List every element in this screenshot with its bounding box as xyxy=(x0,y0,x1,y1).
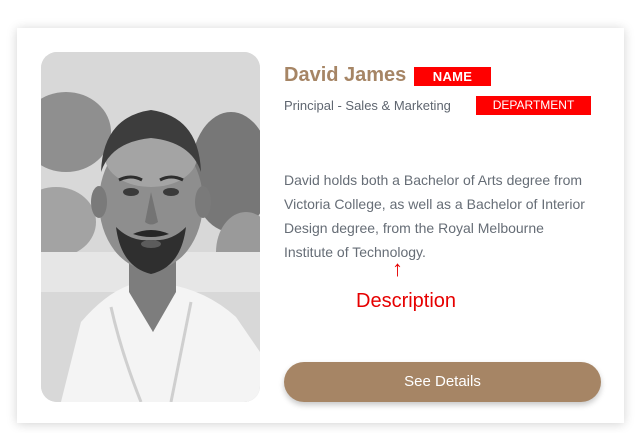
department-annotation-tag: DEPARTMENT xyxy=(476,96,591,115)
person-role: Principal - Sales & Marketing xyxy=(284,98,451,113)
see-details-button[interactable]: See Details xyxy=(284,362,601,402)
name-row: David James NAME xyxy=(284,64,604,90)
person-description: David holds both a Bachelor of Arts degr… xyxy=(284,172,585,260)
profile-photo xyxy=(41,52,260,402)
arrow-up-icon: ↑ xyxy=(392,256,403,281)
person-name: David James xyxy=(284,64,407,86)
name-annotation-tag: NAME xyxy=(414,67,491,86)
team-member-card: David James NAME Principal - Sales & Mar… xyxy=(17,28,624,423)
description-annotation-label: Description xyxy=(356,290,457,312)
portrait-photo-icon xyxy=(41,52,260,402)
